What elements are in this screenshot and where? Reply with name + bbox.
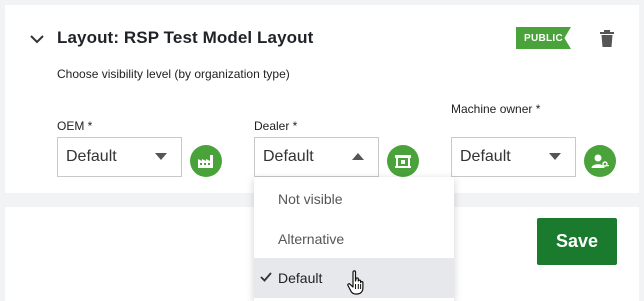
oem-label: OEM * [57,119,93,133]
option-label: Default [278,270,323,286]
caret-up-icon [352,153,364,160]
hand-pointer-cursor-icon [347,270,364,295]
dealer-select[interactable]: Default [254,137,379,177]
caret-down-icon [155,153,167,160]
collapse-toggle[interactable] [28,30,46,48]
visibility-subtitle: Choose visibility level (by organization… [57,67,290,81]
dealer-org-button[interactable] [387,145,419,177]
option-label: Not visible [278,191,343,207]
option-alternative[interactable]: Alternative [254,219,454,259]
option-not-visible[interactable]: Not visible [254,179,454,219]
machine-owner-org-button[interactable] [584,145,616,177]
dealer-select-value: Default [263,148,314,165]
chevron-down-icon [30,34,44,43]
user-key-icon [591,154,609,168]
public-badge: PUBLIC [516,27,571,49]
trash-icon [600,30,614,47]
dealer-label: Dealer * [254,119,298,133]
machine-owner-label: Machine owner * [451,102,541,116]
oem-select-value: Default [66,148,117,165]
factory-icon [198,155,213,168]
check-icon [260,272,272,282]
option-label: Alternative [278,231,345,247]
save-button[interactable]: Save [537,218,617,265]
machine-owner-select[interactable]: Default [451,137,576,177]
machine-owner-select-value: Default [460,148,511,165]
store-icon [395,155,411,168]
oem-org-button[interactable] [190,145,222,177]
delete-button[interactable] [599,30,615,48]
caret-down-icon [549,153,561,160]
layout-title: Layout: RSP Test Model Layout [57,28,314,47]
oem-select[interactable]: Default [57,137,182,177]
